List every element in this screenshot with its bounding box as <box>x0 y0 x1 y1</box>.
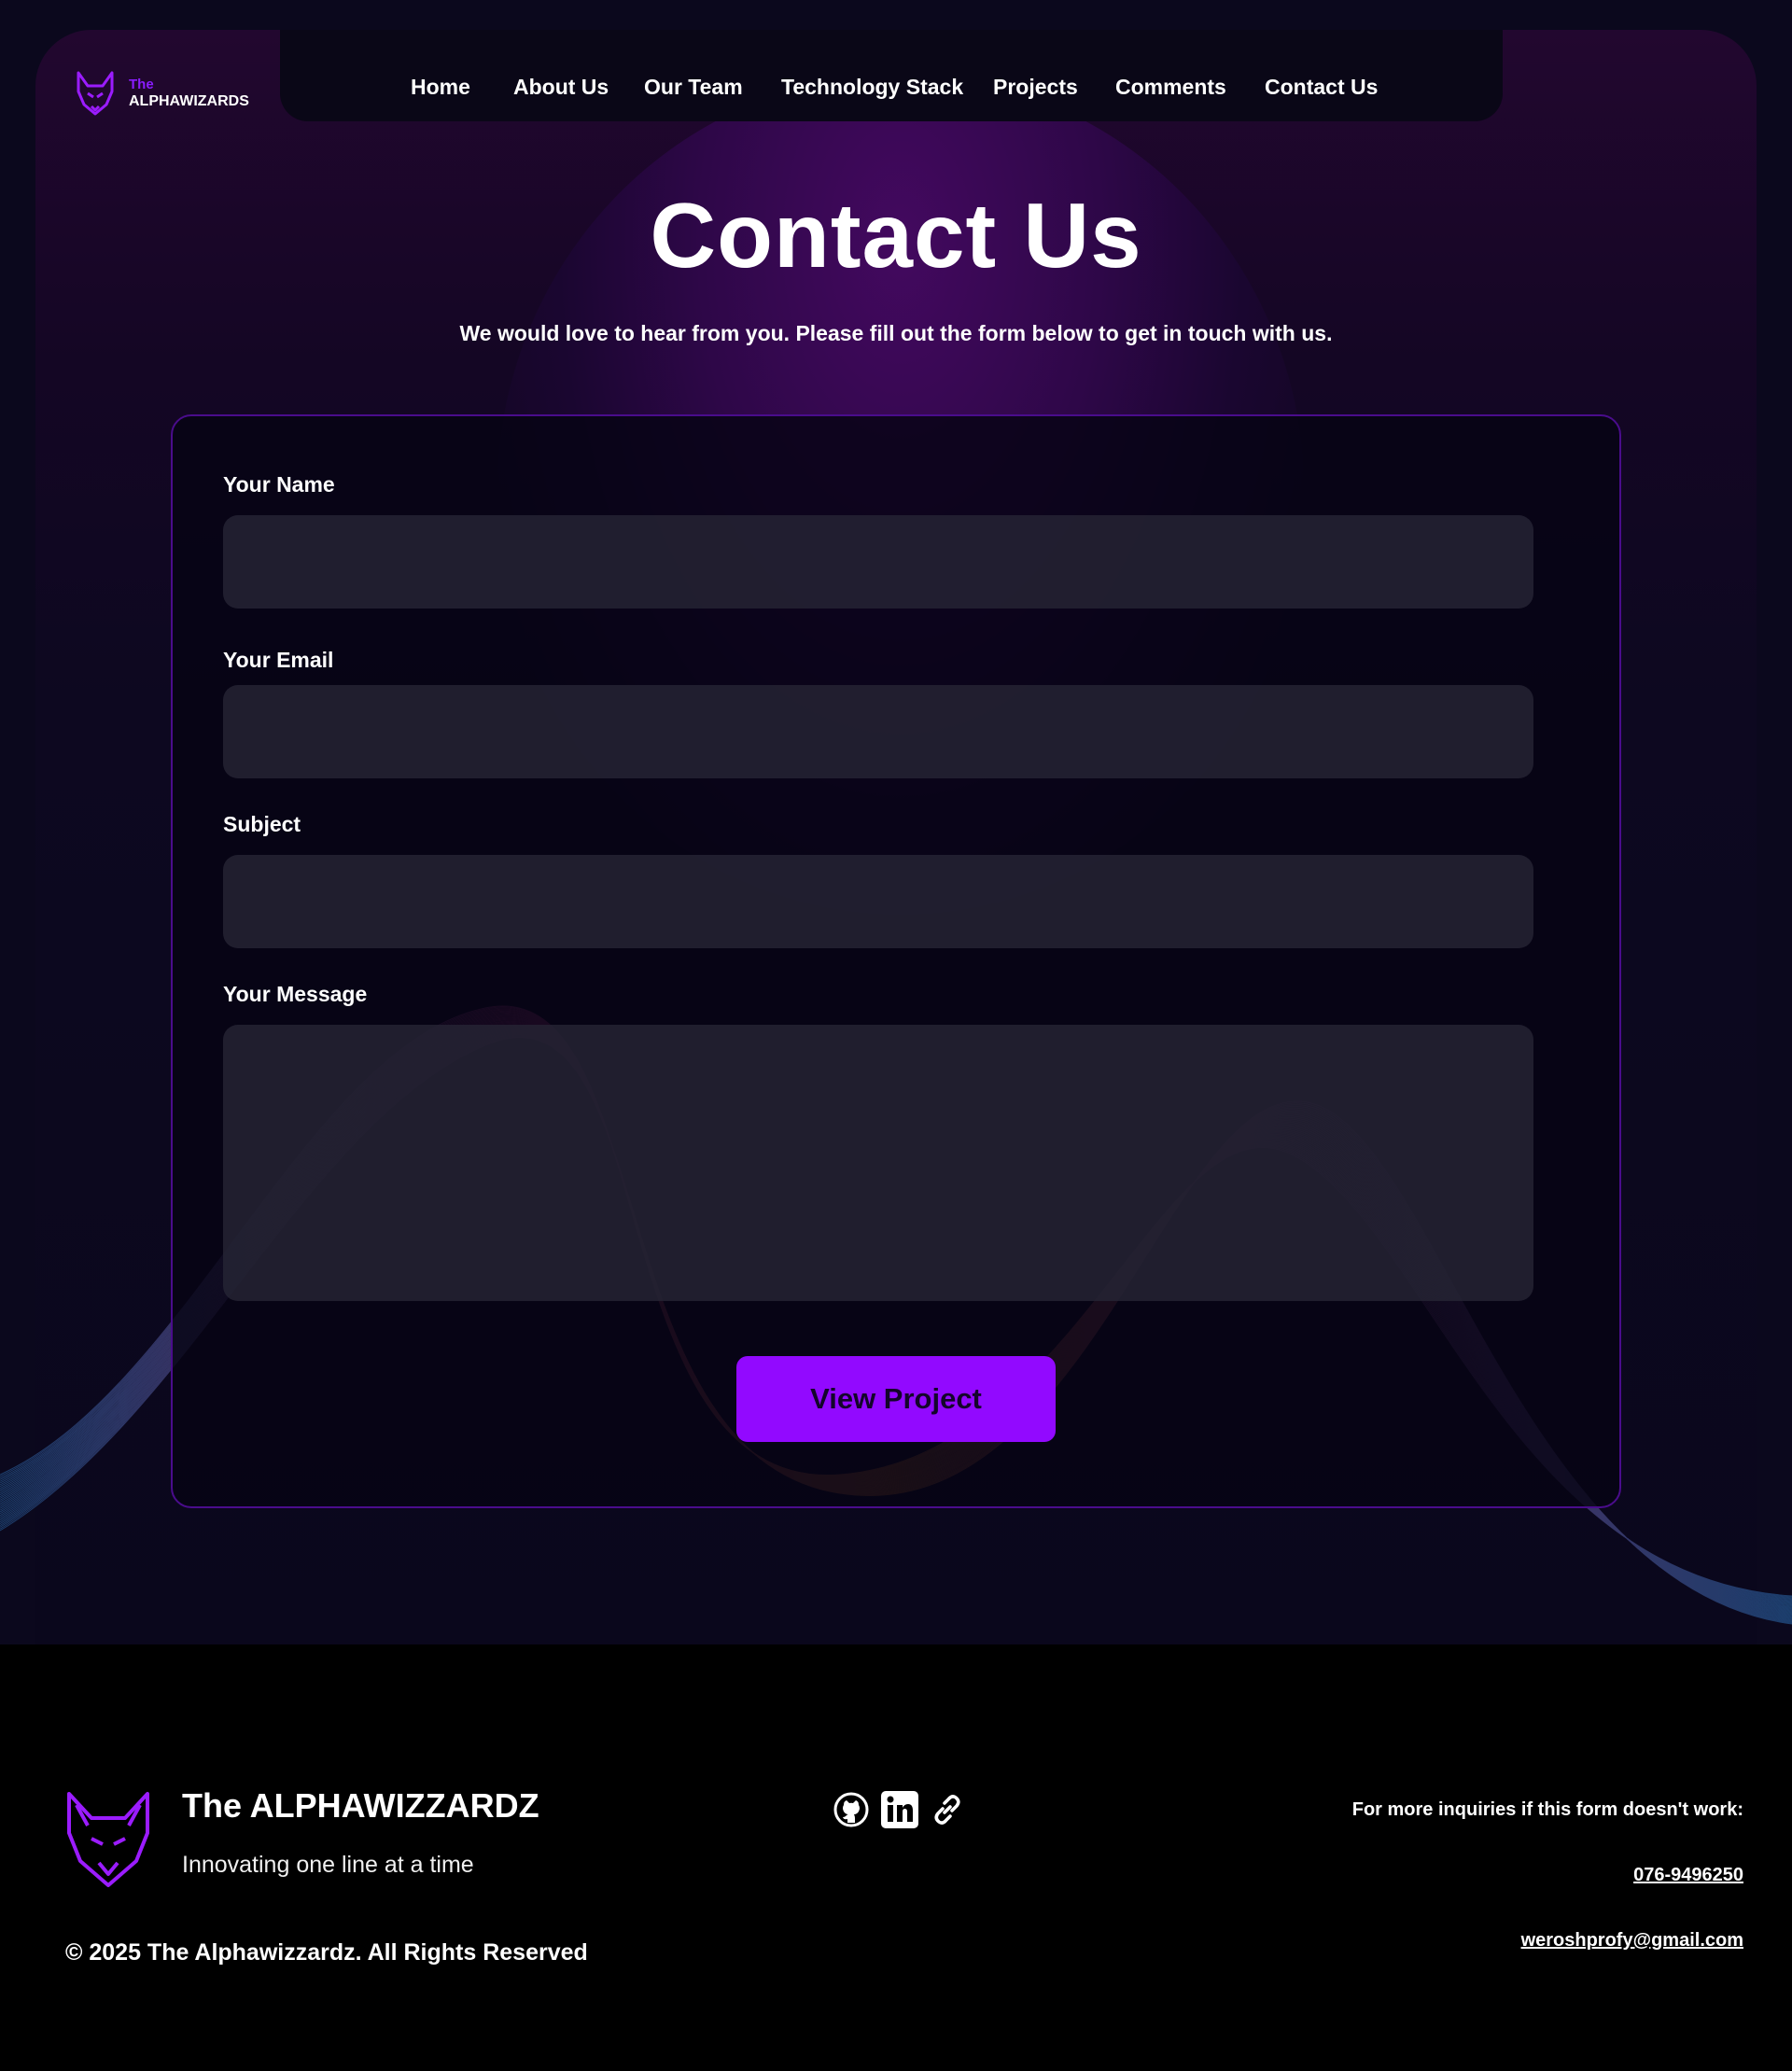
submit-button[interactable]: View Project <box>736 1356 1056 1442</box>
name-label: Your Name <box>223 472 335 497</box>
nav-home[interactable]: Home <box>411 75 470 100</box>
phone-link[interactable]: 076-9496250 <box>1633 1865 1743 1886</box>
nav-comments[interactable]: Comments <box>1115 75 1226 100</box>
footer-title: The ALPHAWIZZARDZ <box>182 1786 539 1825</box>
copyright: © 2025 The Alphawizzardz. All Rights Res… <box>65 1939 588 1966</box>
inquiry-text: For more inquiries if this form doesn't … <box>1351 1799 1743 1820</box>
link-icon[interactable] <box>931 1793 964 1831</box>
contact-form: Your Name Your Email Subject Your Messag… <box>171 414 1621 1508</box>
email-input[interactable] <box>223 685 1533 778</box>
nav-about-us[interactable]: About Us <box>513 75 609 100</box>
email-link[interactable]: weroshprofy@gmail.com <box>1521 1930 1743 1952</box>
footer-tagline: Innovating one line at a time <box>182 1852 474 1878</box>
github-icon[interactable] <box>833 1792 869 1832</box>
social-links <box>833 1790 964 1834</box>
email-label: Your Email <box>223 648 334 672</box>
page-subtitle: We would love to hear from you. Please f… <box>459 321 1333 345</box>
message-label: Your Message <box>223 982 368 1006</box>
subject-input[interactable] <box>223 855 1533 948</box>
nav-technology-stack[interactable]: Technology Stack <box>781 75 963 100</box>
nav-our-team[interactable]: Our Team <box>644 75 743 100</box>
nav-contact-us[interactable]: Contact Us <box>1265 75 1378 100</box>
message-textarea[interactable] <box>223 1025 1533 1301</box>
footer: The ALPHAWIZZARDZ Innovating one line at… <box>0 1644 1792 2071</box>
subject-label: Subject <box>223 812 301 836</box>
name-input[interactable] <box>223 515 1533 609</box>
fox-logo-icon[interactable] <box>63 1788 153 1889</box>
hero-section: The ALPHAWIZARDS Home About Us Our Team … <box>0 0 1792 1644</box>
main-nav: Home About Us Our Team Technology Stack … <box>0 75 1792 103</box>
linkedin-icon[interactable] <box>880 1790 919 1834</box>
page-title: Contact Us <box>650 184 1142 287</box>
nav-projects[interactable]: Projects <box>993 75 1078 100</box>
